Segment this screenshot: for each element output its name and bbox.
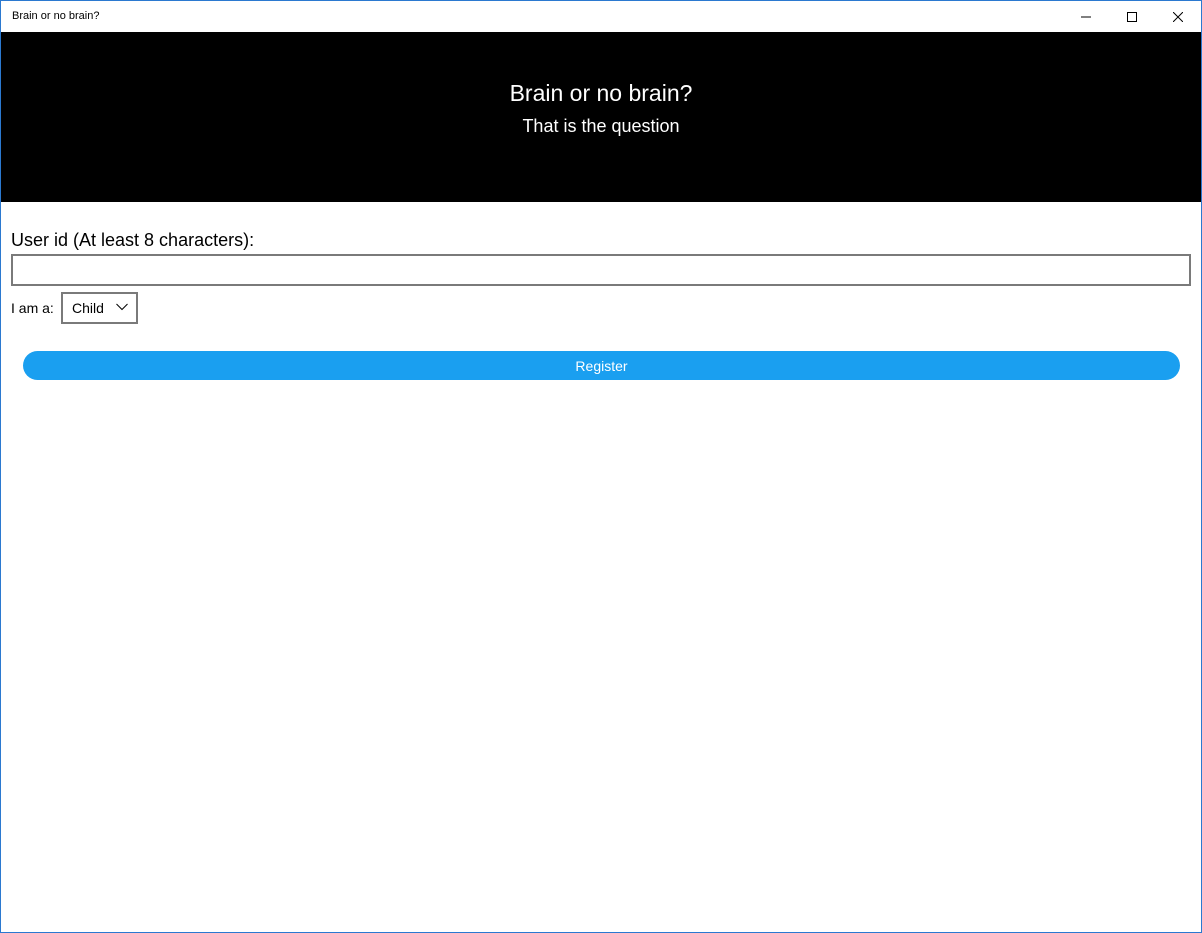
header-title: Brain or no brain?	[509, 80, 693, 106]
chevron-down-icon	[116, 303, 128, 311]
app-header: Brain or no brain? That is the question	[1, 32, 1201, 202]
userid-label: User id (At least 8 characters):	[11, 230, 255, 250]
window-title: Brain or no brain?	[12, 10, 100, 22]
app-window: Brain or no brain? Brain or no brain? Th…	[0, 0, 1202, 933]
minimize-button[interactable]	[1063, 1, 1109, 32]
role-label: I am a:	[11, 300, 54, 316]
role-dropdown[interactable]: Child	[61, 292, 138, 324]
title-bar[interactable]: Brain or no brain?	[1, 1, 1201, 32]
header-subtitle: That is the question	[522, 116, 680, 136]
userid-input[interactable]	[11, 254, 1191, 286]
close-icon	[1173, 11, 1183, 22]
close-button[interactable]	[1155, 1, 1201, 32]
minimize-icon	[1081, 16, 1091, 17]
maximize-button[interactable]	[1109, 1, 1155, 32]
register-button[interactable]: Register	[23, 351, 1180, 380]
role-dropdown-value: Child	[72, 300, 104, 316]
maximize-icon	[1127, 11, 1137, 22]
